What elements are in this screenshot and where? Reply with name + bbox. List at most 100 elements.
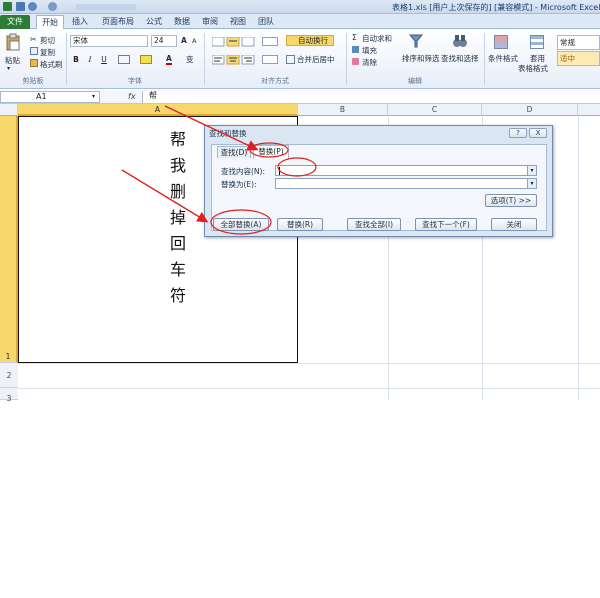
column-header-a[interactable]: A — [18, 104, 298, 116]
cell-char: 符 — [169, 286, 186, 305]
format-painter-icon[interactable] — [30, 59, 38, 67]
replace-all-button[interactable]: 全部替换(A) — [213, 218, 269, 231]
cell-char: 车 — [169, 260, 186, 279]
autosum-button[interactable]: 自动求和 — [362, 33, 392, 44]
tab-formulas[interactable]: 公式 — [142, 15, 166, 29]
tab-review[interactable]: 审阅 — [198, 15, 222, 29]
clipboard-group-label: 剪贴板 — [22, 77, 44, 85]
cut-button[interactable]: 剪切 — [40, 35, 55, 46]
style-neutral[interactable]: 适中 — [557, 51, 600, 66]
font-color-button[interactable]: A — [166, 54, 172, 65]
merge-center-button[interactable]: 合并后居中 — [297, 54, 335, 65]
find-replace-dialog: 查找和替换 ? X 查找(D) 替换(P) 查找内容(N): ▾ 替换为(E):… — [204, 125, 553, 237]
horizontal-align-icons[interactable] — [212, 55, 258, 65]
conditional-format-button[interactable]: 条件格式 — [488, 53, 518, 64]
tab-view[interactable]: 视图 — [226, 15, 250, 29]
column-header-d[interactable]: D — [482, 104, 578, 116]
find-select-button[interactable]: 查找和选择 — [441, 53, 479, 64]
orientation-icon[interactable] — [262, 37, 278, 46]
fill-icon[interactable] — [352, 46, 359, 53]
row-header-2[interactable]: 2 — [0, 363, 18, 388]
fill-color-icon[interactable] — [140, 55, 152, 64]
dialog-help-button[interactable]: ? — [509, 128, 527, 138]
column-header-b[interactable]: B — [298, 104, 388, 116]
format-painter-button[interactable]: 格式刷 — [40, 59, 63, 70]
save-icon[interactable] — [16, 2, 25, 11]
group-divider — [346, 33, 347, 85]
name-box[interactable]: A1 — [0, 91, 100, 103]
table-format-icon[interactable] — [530, 35, 544, 49]
column-header-c[interactable]: C — [388, 104, 482, 116]
paste-dropdown-icon[interactable]: ▾ — [7, 65, 10, 72]
excel-logo-icon — [3, 2, 12, 11]
redo-icon[interactable] — [48, 2, 57, 11]
cut-icon[interactable]: ✂ — [30, 35, 37, 44]
paste-icon[interactable] — [6, 33, 20, 51]
replace-button[interactable]: 替换(R) — [277, 218, 323, 231]
style-normal[interactable]: 常规 — [557, 35, 600, 50]
find-all-button[interactable]: 查找全部(I) — [347, 218, 401, 231]
undo-icon[interactable] — [28, 2, 37, 11]
row-header-1[interactable]: 1 — [0, 116, 18, 363]
options-button[interactable]: 选项(T) >> — [485, 194, 537, 207]
fill-button[interactable]: 填充 — [362, 45, 377, 56]
title-bar: 表格1.xls [用户上次保存的] [兼容模式] - Microsoft Exc… — [0, 0, 600, 14]
sort-filter-button[interactable]: 排序和筛选 — [402, 53, 440, 64]
cell-char: 帮 — [169, 130, 186, 149]
group-divider — [66, 33, 67, 85]
clear-button[interactable]: 清除 — [362, 57, 377, 68]
name-box-dropdown-icon[interactable]: ▾ — [92, 93, 95, 100]
bold-button[interactable]: B — [70, 54, 82, 65]
autosum-icon[interactable]: Σ — [352, 33, 357, 42]
borders-icon[interactable] — [118, 55, 130, 64]
shrink-font-button[interactable]: A — [192, 37, 196, 45]
indent-icon[interactable] — [262, 55, 278, 64]
find-what-dropdown-icon[interactable]: ▾ — [527, 166, 536, 175]
tab-page-layout[interactable]: 页面布局 — [96, 15, 140, 29]
font-name-select[interactable]: 宋体 — [70, 35, 148, 47]
close-button[interactable]: 关闭 — [491, 218, 537, 231]
cell-char: 掉 — [169, 208, 186, 227]
font-group-label: 字体 — [128, 77, 142, 85]
grow-font-button[interactable]: A — [181, 36, 187, 45]
italic-button[interactable]: I — [84, 54, 96, 65]
cell-char: 回 — [169, 234, 186, 253]
ribbon: 粘贴 ▾ ✂ 剪切 复制 格式刷 剪贴板 宋体 24 A A B I U A 变… — [0, 29, 600, 89]
dialog-close-icon[interactable]: X — [529, 128, 547, 138]
formula-bar: A1 ▾ fx 帮 — [0, 90, 600, 104]
table-format-label-2[interactable]: 表格格式 — [518, 63, 548, 74]
tab-find[interactable]: 查找(D) — [217, 146, 251, 158]
wrap-text-button[interactable]: 自动换行 — [286, 35, 334, 46]
gridline — [18, 363, 600, 364]
select-all-corner[interactable] — [0, 104, 18, 116]
replace-with-dropdown-icon[interactable]: ▾ — [527, 179, 536, 188]
phonetic-button[interactable]: 变 — [186, 54, 194, 65]
find-next-button[interactable]: 查找下一个(F) — [415, 218, 477, 231]
formula-input[interactable]: 帮 — [142, 91, 600, 103]
replace-with-input[interactable]: ▾ — [275, 178, 537, 189]
find-what-input[interactable]: ▾ — [275, 165, 537, 176]
copy-icon[interactable] — [30, 47, 38, 55]
underline-button[interactable]: U — [98, 54, 110, 65]
ribbon-tabs: 文件 开始 插入 页面布局 公式 数据 审阅 视图 团队 — [0, 14, 600, 29]
tab-file[interactable]: 文件 — [0, 15, 30, 29]
binoculars-icon[interactable] — [452, 33, 468, 49]
tab-home[interactable]: 开始 — [36, 15, 64, 29]
clear-icon[interactable] — [352, 58, 359, 65]
sort-filter-icon[interactable] — [408, 33, 424, 49]
tab-replace[interactable]: 替换(P) — [253, 145, 289, 159]
vertical-align-icons[interactable] — [212, 37, 258, 47]
window-title: 表格1.xls [用户上次保存的] [兼容模式] - Microsoft Exc… — [392, 3, 600, 12]
replace-with-label: 替换为(E): — [221, 180, 257, 189]
find-what-label: 查找内容(N): — [221, 167, 265, 176]
tab-insert[interactable]: 插入 — [68, 15, 92, 29]
group-divider — [484, 33, 485, 85]
row-header-3[interactable]: 3 — [0, 388, 18, 403]
insert-function-button[interactable]: fx — [128, 92, 136, 101]
tab-team[interactable]: 团队 — [254, 15, 278, 29]
font-size-select[interactable]: 24 — [151, 35, 177, 47]
merge-icon[interactable] — [286, 55, 295, 64]
copy-button[interactable]: 复制 — [40, 47, 55, 58]
conditional-format-icon[interactable] — [494, 35, 508, 49]
tab-data[interactable]: 数据 — [170, 15, 194, 29]
